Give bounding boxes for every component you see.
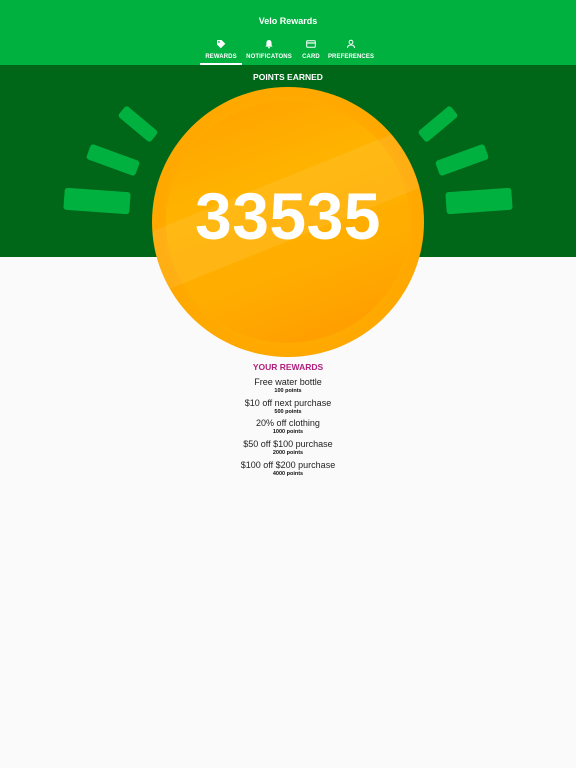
reward-name: $10 off next purchase — [244, 397, 332, 408]
reward-points: 100 points — [274, 388, 302, 394]
reward-name: 20% off clothing — [256, 418, 320, 429]
rewards-title: YOUR REWARDS — [252, 362, 324, 372]
reward-name: $100 off $200 purchase — [240, 459, 336, 470]
points-value: 33535 — [194, 179, 382, 253]
reward-item: 20% off clothing 1000 points — [0, 418, 576, 439]
reward-name: $50 off $100 purchase — [243, 439, 333, 450]
tab-rewards-label: REWARDS — [205, 54, 237, 60]
tag-icon — [217, 40, 226, 49]
reward-item: $50 off $100 purchase 2000 points — [0, 439, 576, 460]
reward-item: Free water bottle 100 points — [0, 377, 576, 398]
tab-rewards[interactable]: REWARDS — [200, 37, 242, 65]
reward-points: 1000 points — [272, 429, 304, 436]
card-icon — [306, 40, 316, 48]
tab-bar: REWARDS NOTIFICATONS CARD PREFERENCES — [0, 37, 576, 65]
ray-left-top — [118, 106, 158, 142]
app-title: Velo Rewards — [258, 16, 318, 26]
reward-points: 4000 points — [272, 470, 304, 477]
tab-notifications-label: NOTIFICATONS — [246, 54, 292, 60]
person-icon — [347, 39, 355, 49]
reward-points: 500 points — [274, 408, 302, 415]
reward-list: Free water bottle 100 points $10 off nex… — [0, 377, 576, 480]
points-earned-label: POINTS EARNED — [253, 72, 323, 82]
ray-right-middle — [435, 144, 489, 176]
tab-preferences[interactable]: PREFERENCES — [326, 37, 376, 65]
tab-card-label: CARD — [302, 54, 320, 60]
ray-left-middle — [86, 144, 140, 176]
reward-name: Free water bottle — [254, 377, 322, 387]
reward-item: $10 off next purchase 500 points — [0, 398, 576, 419]
tab-notifications[interactable]: NOTIFICATONS — [242, 37, 296, 65]
reward-item: $100 off $200 purchase 4000 points — [0, 460, 576, 481]
bell-icon — [265, 40, 273, 49]
tab-card[interactable]: CARD — [296, 37, 326, 65]
app-bar: Velo Rewards REWARDS NOTIFICATONS CARD P… — [0, 0, 576, 65]
reward-points: 2000 points — [272, 450, 304, 457]
tab-preferences-label: PREFERENCES — [327, 54, 375, 60]
